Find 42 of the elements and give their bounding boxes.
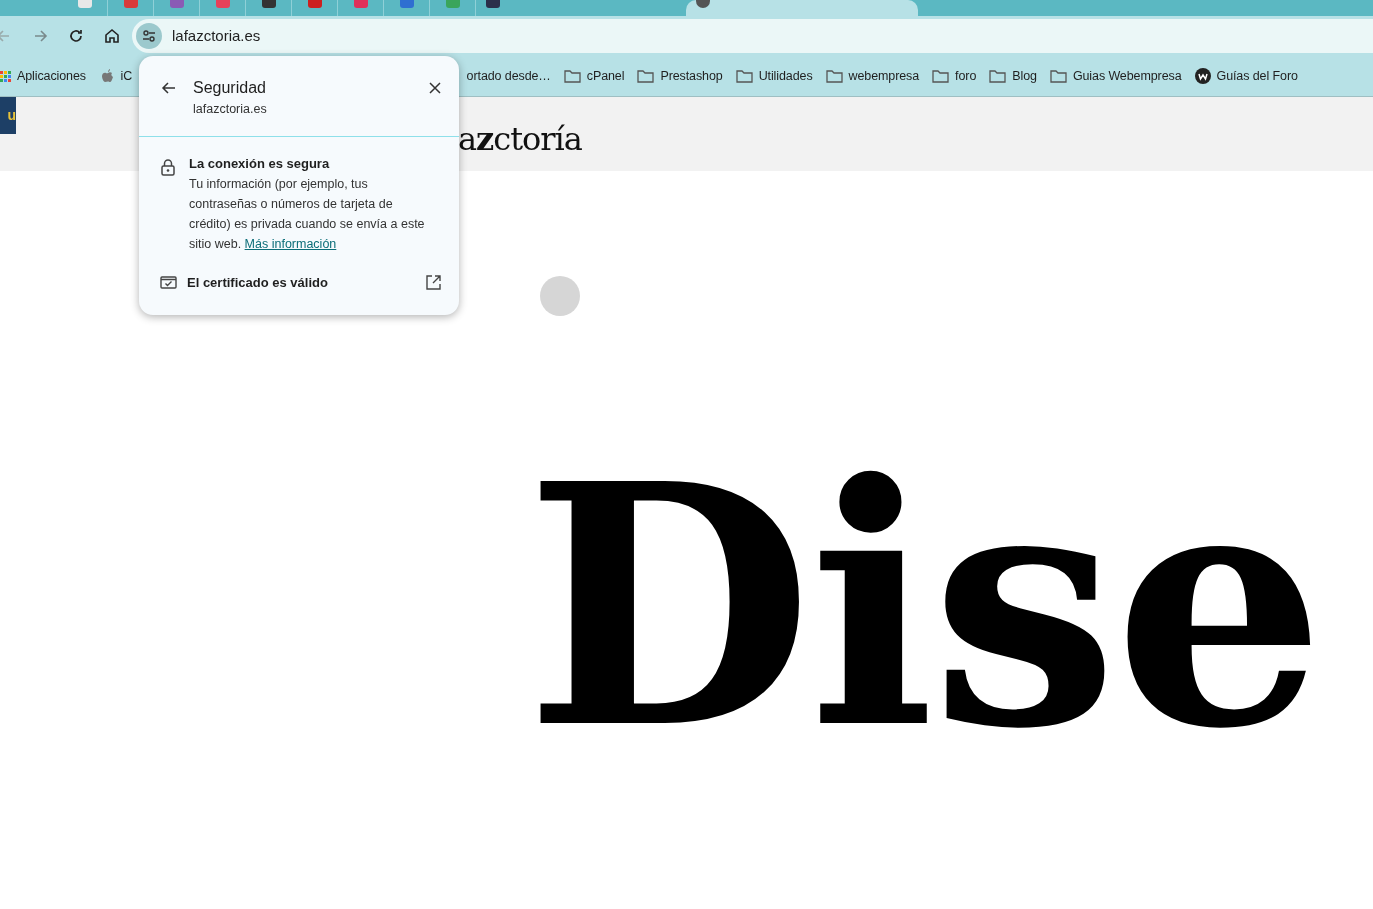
bookmark[interactable]: Blog: [982, 66, 1044, 86]
folder-icon: [563, 69, 581, 83]
bookmark[interactable]: Guías del Foro: [1188, 66, 1305, 86]
headline-text: Dise: [525, 440, 1322, 772]
site-logo-icon: [1194, 68, 1211, 84]
address-bar[interactable]: lafazctoria.es: [132, 19, 1373, 53]
folder-icon: [637, 69, 655, 83]
close-icon: [429, 82, 441, 94]
apps-grid-icon: [0, 70, 11, 82]
connection-description: Tu información (por ejemplo, tus contraseñas o números de tarjeta de crédito) es privada cuando se envía a este sitio web. Más información: [189, 176, 426, 253]
folder-icon: [989, 69, 1007, 83]
folder-icon: [932, 69, 950, 83]
site-logo: azctoría: [458, 119, 582, 160]
more-info-link[interactable]: Más información: [244, 237, 337, 251]
cursor-dot: [540, 276, 580, 316]
bookmark[interactable]: Aplicaciones: [0, 66, 93, 86]
folder-icon: [735, 69, 753, 83]
logo-mark: u: [0, 97, 16, 134]
certificate-row[interactable]: El certificado es válido: [160, 273, 441, 293]
apple-icon: [102, 69, 115, 83]
bookmark[interactable]: cPanel: [557, 66, 631, 86]
bookmark[interactable]: Prestashop: [630, 66, 730, 86]
popup-title: Seguridad: [193, 78, 267, 98]
url-text: lafazctoria.es: [172, 25, 261, 46]
bookmark[interactable]: iC: [92, 66, 133, 86]
bookmark[interactable]: Guias Webempresa: [1043, 66, 1188, 86]
browser-tab[interactable]: [686, 0, 918, 16]
home-icon: [102, 26, 122, 46]
site-info-button[interactable]: [136, 23, 162, 49]
bookmark[interactable]: ortado desde…: [460, 66, 558, 86]
sliders-icon: [141, 28, 157, 44]
certificate-icon: [160, 276, 177, 290]
lock-icon: [161, 159, 175, 176]
arrow-left-icon: [161, 80, 177, 96]
bookmark[interactable]: foro: [925, 66, 983, 86]
external-link-icon: [426, 275, 441, 291]
bookmark[interactable]: Utilidades: [729, 66, 820, 86]
site-domain: lafazctoria.es: [193, 101, 268, 118]
connection-title: La conexión es segura: [189, 155, 331, 173]
bookmark[interactable]: webempresa: [819, 66, 926, 86]
folder-icon: [1049, 69, 1067, 83]
folder-icon: [825, 69, 843, 83]
